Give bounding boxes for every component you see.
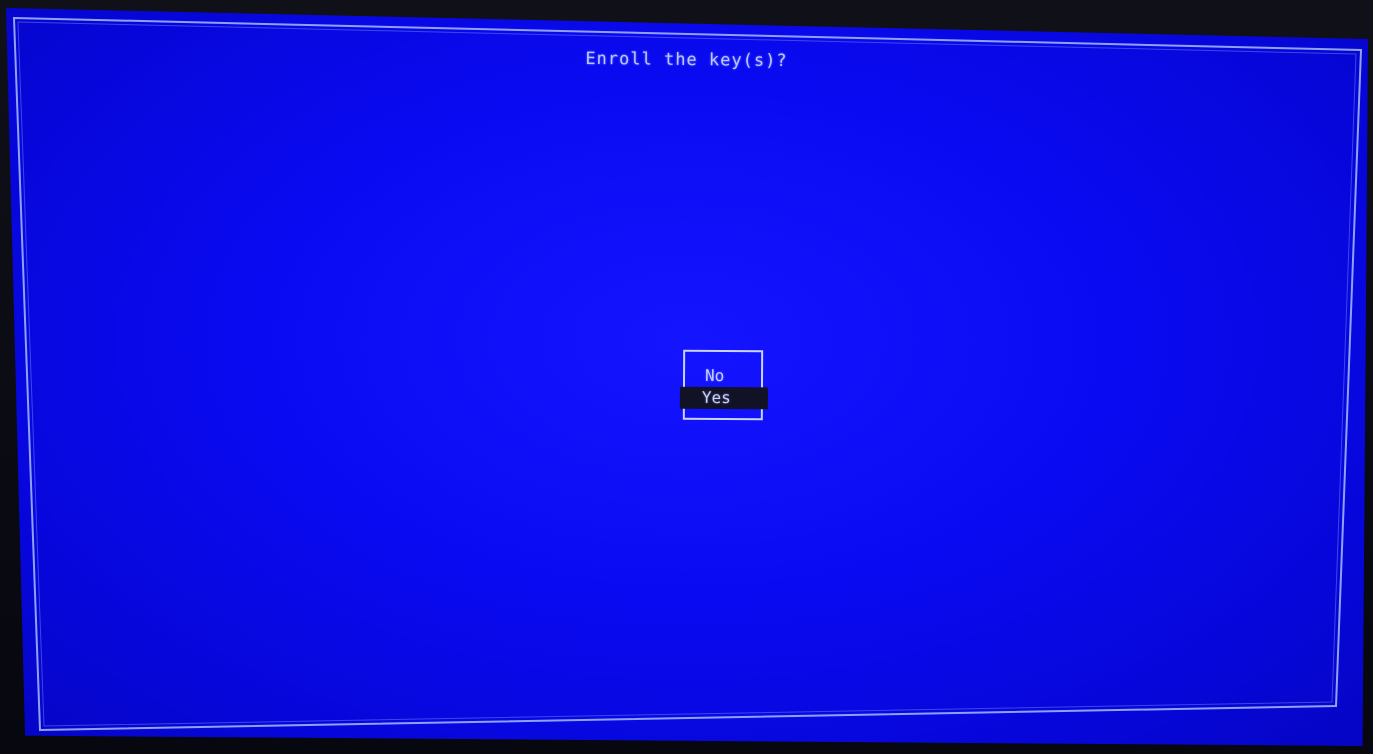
option-yes[interactable]: Yes (679, 386, 768, 410)
confirm-menu: No Yes (679, 349, 768, 421)
option-no[interactable]: No (705, 366, 724, 385)
